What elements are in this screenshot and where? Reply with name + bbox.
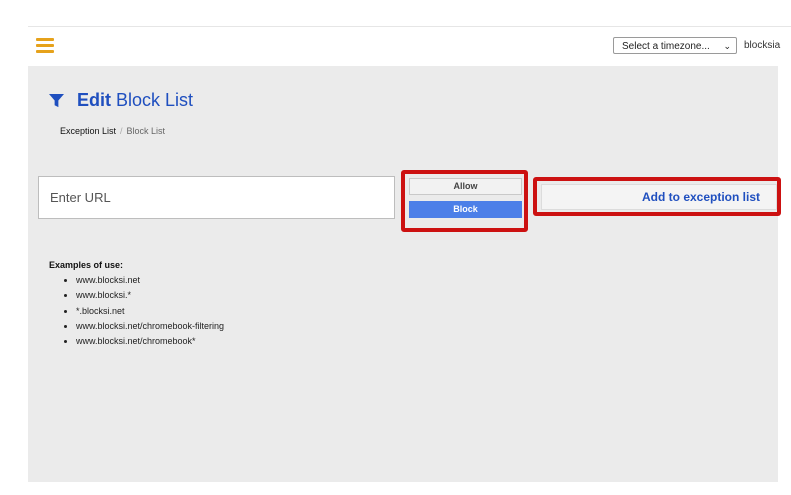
list-item: *.blocksi.net (76, 304, 224, 319)
top-bar: Select a timezone... ⌄ blocksia (28, 26, 791, 67)
mode-toggle-highlight: Allow Block (401, 170, 528, 232)
list-item: www.blocksi.net (76, 273, 224, 288)
main-content: Edit Block List Exception List / Block Lis… (28, 66, 781, 482)
allow-button[interactable]: Allow (409, 178, 522, 195)
chevron-down-icon: ⌄ (723, 41, 731, 51)
add-button-highlight: Add to exception list (533, 177, 781, 216)
page-title-bold: Edit (77, 90, 111, 110)
examples-title: Examples of use: (49, 260, 124, 270)
block-button[interactable]: Block (409, 201, 522, 218)
examples-list: www.blocksi.net www.blocksi.* *.blocksi.… (49, 273, 224, 349)
page-title-text: Block List (116, 90, 194, 110)
url-input[interactable] (38, 176, 395, 219)
list-item: www.blocksi.net/chromebook* (76, 334, 224, 349)
breadcrumb-block-list: Block List (126, 126, 166, 136)
list-item: www.blocksi.* (76, 288, 224, 303)
breadcrumb: Exception List / Block List (60, 126, 165, 136)
examples-section: Examples of use: www.blocksi.net www.blo… (49, 260, 224, 349)
timezone-select[interactable]: Select a timezone... ⌄ (613, 37, 737, 54)
user-label: blocksia (744, 40, 781, 51)
timezone-select-label: Select a timezone... (622, 41, 710, 52)
add-to-exception-list-button[interactable]: Add to exception list (541, 184, 777, 210)
list-item: www.blocksi.net/chromebook-filtering (76, 319, 224, 334)
app-window: Select a timezone... ⌄ blocksia Edit Blo… (0, 0, 791, 495)
hamburger-icon[interactable] (36, 38, 54, 53)
filter-icon (49, 93, 64, 108)
breadcrumb-separator: / (120, 126, 123, 136)
breadcrumb-exception-list[interactable]: Exception List (60, 126, 116, 136)
